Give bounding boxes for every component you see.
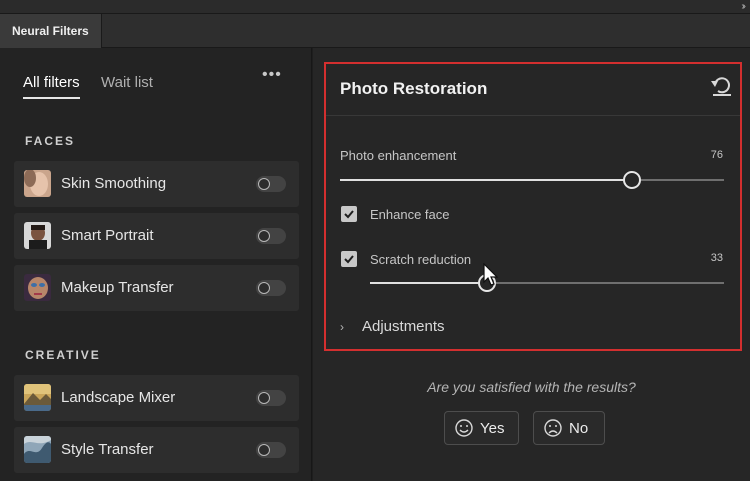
yes-button[interactable]: Yes xyxy=(444,411,519,445)
more-options-icon[interactable]: ••• xyxy=(262,66,282,84)
skin-smoothing-thumbnail xyxy=(24,170,51,197)
filter-item-smart-portrait[interactable]: Smart Portrait xyxy=(14,213,299,259)
filter-label: Skin Smoothing xyxy=(61,175,167,192)
scratch-reduction-slider[interactable] xyxy=(370,274,724,292)
filter-label: Style Transfer xyxy=(61,441,154,458)
scratch-reduction-label: Scratch reduction xyxy=(370,252,472,267)
no-label: No xyxy=(569,420,589,437)
yes-label: Yes xyxy=(480,420,505,437)
smart-portrait-thumbnail xyxy=(24,222,51,249)
photo-enhancement-value: 76 xyxy=(710,149,723,161)
satisfaction-question: Are you satisfied with the results? xyxy=(427,379,636,395)
photo-enhancement-slider[interactable] xyxy=(340,171,724,189)
collapse-panel-icon[interactable]: ›› xyxy=(741,1,745,12)
panel-header: Photo Restoration xyxy=(326,64,740,116)
scratch-reduction-checkbox[interactable] xyxy=(341,251,357,267)
panel-tab-bar: Neural Filters xyxy=(0,14,750,48)
filter-item-style-transfer[interactable]: Style Transfer xyxy=(14,427,299,473)
photo-enhancement-label: Photo enhancement xyxy=(340,148,457,163)
mouse-pointer-icon xyxy=(483,263,499,286)
skin-smoothing-toggle[interactable] xyxy=(256,176,286,192)
style-transfer-thumbnail xyxy=(24,436,51,463)
filters-sidebar: All filters Wait list ••• FACES Skin Smo… xyxy=(0,48,312,481)
filter-label: Smart Portrait xyxy=(61,227,154,244)
reset-icon[interactable] xyxy=(710,76,734,98)
enhance-face-checkbox[interactable] xyxy=(341,206,357,222)
filter-settings-area: Photo Restoration Photo enhancement 76 E… xyxy=(313,48,750,481)
tab-neural-filters[interactable]: Neural Filters xyxy=(0,14,102,48)
photo-enhancement-slider-fill xyxy=(340,179,632,181)
panel-top-strip: ›› xyxy=(0,0,750,14)
photo-restoration-panel: Photo Restoration Photo enhancement 76 E… xyxy=(324,62,742,351)
makeup-transfer-toggle[interactable] xyxy=(256,280,286,296)
filter-item-skin-smoothing[interactable]: Skin Smoothing xyxy=(14,161,299,207)
scratch-reduction-value: 33 xyxy=(710,252,723,264)
smile-icon xyxy=(455,419,473,437)
section-label-faces: FACES xyxy=(25,134,76,148)
section-label-creative: CREATIVE xyxy=(25,348,101,362)
style-transfer-toggle[interactable] xyxy=(256,442,286,458)
tab-wait-list[interactable]: Wait list xyxy=(101,74,153,91)
adjustments-label: Adjustments xyxy=(362,318,445,335)
filter-label: Makeup Transfer xyxy=(61,279,174,296)
frown-icon xyxy=(544,419,562,437)
scratch-reduction-slider-fill xyxy=(370,282,487,284)
panel-title: Photo Restoration xyxy=(340,79,488,98)
photo-enhancement-slider-handle[interactable] xyxy=(622,171,641,189)
landscape-mixer-thumbnail xyxy=(24,384,51,411)
landscape-mixer-toggle[interactable] xyxy=(256,390,286,406)
filter-item-landscape-mixer[interactable]: Landscape Mixer xyxy=(14,375,299,421)
no-button[interactable]: No xyxy=(533,411,605,445)
filter-item-makeup-transfer[interactable]: Makeup Transfer xyxy=(14,265,299,311)
chevron-right-icon: › xyxy=(340,320,344,334)
smart-portrait-toggle[interactable] xyxy=(256,228,286,244)
enhance-face-label: Enhance face xyxy=(370,207,450,222)
makeup-transfer-thumbnail xyxy=(24,274,51,301)
tab-all-filters[interactable]: All filters xyxy=(23,74,80,99)
filter-label: Landscape Mixer xyxy=(61,389,176,406)
